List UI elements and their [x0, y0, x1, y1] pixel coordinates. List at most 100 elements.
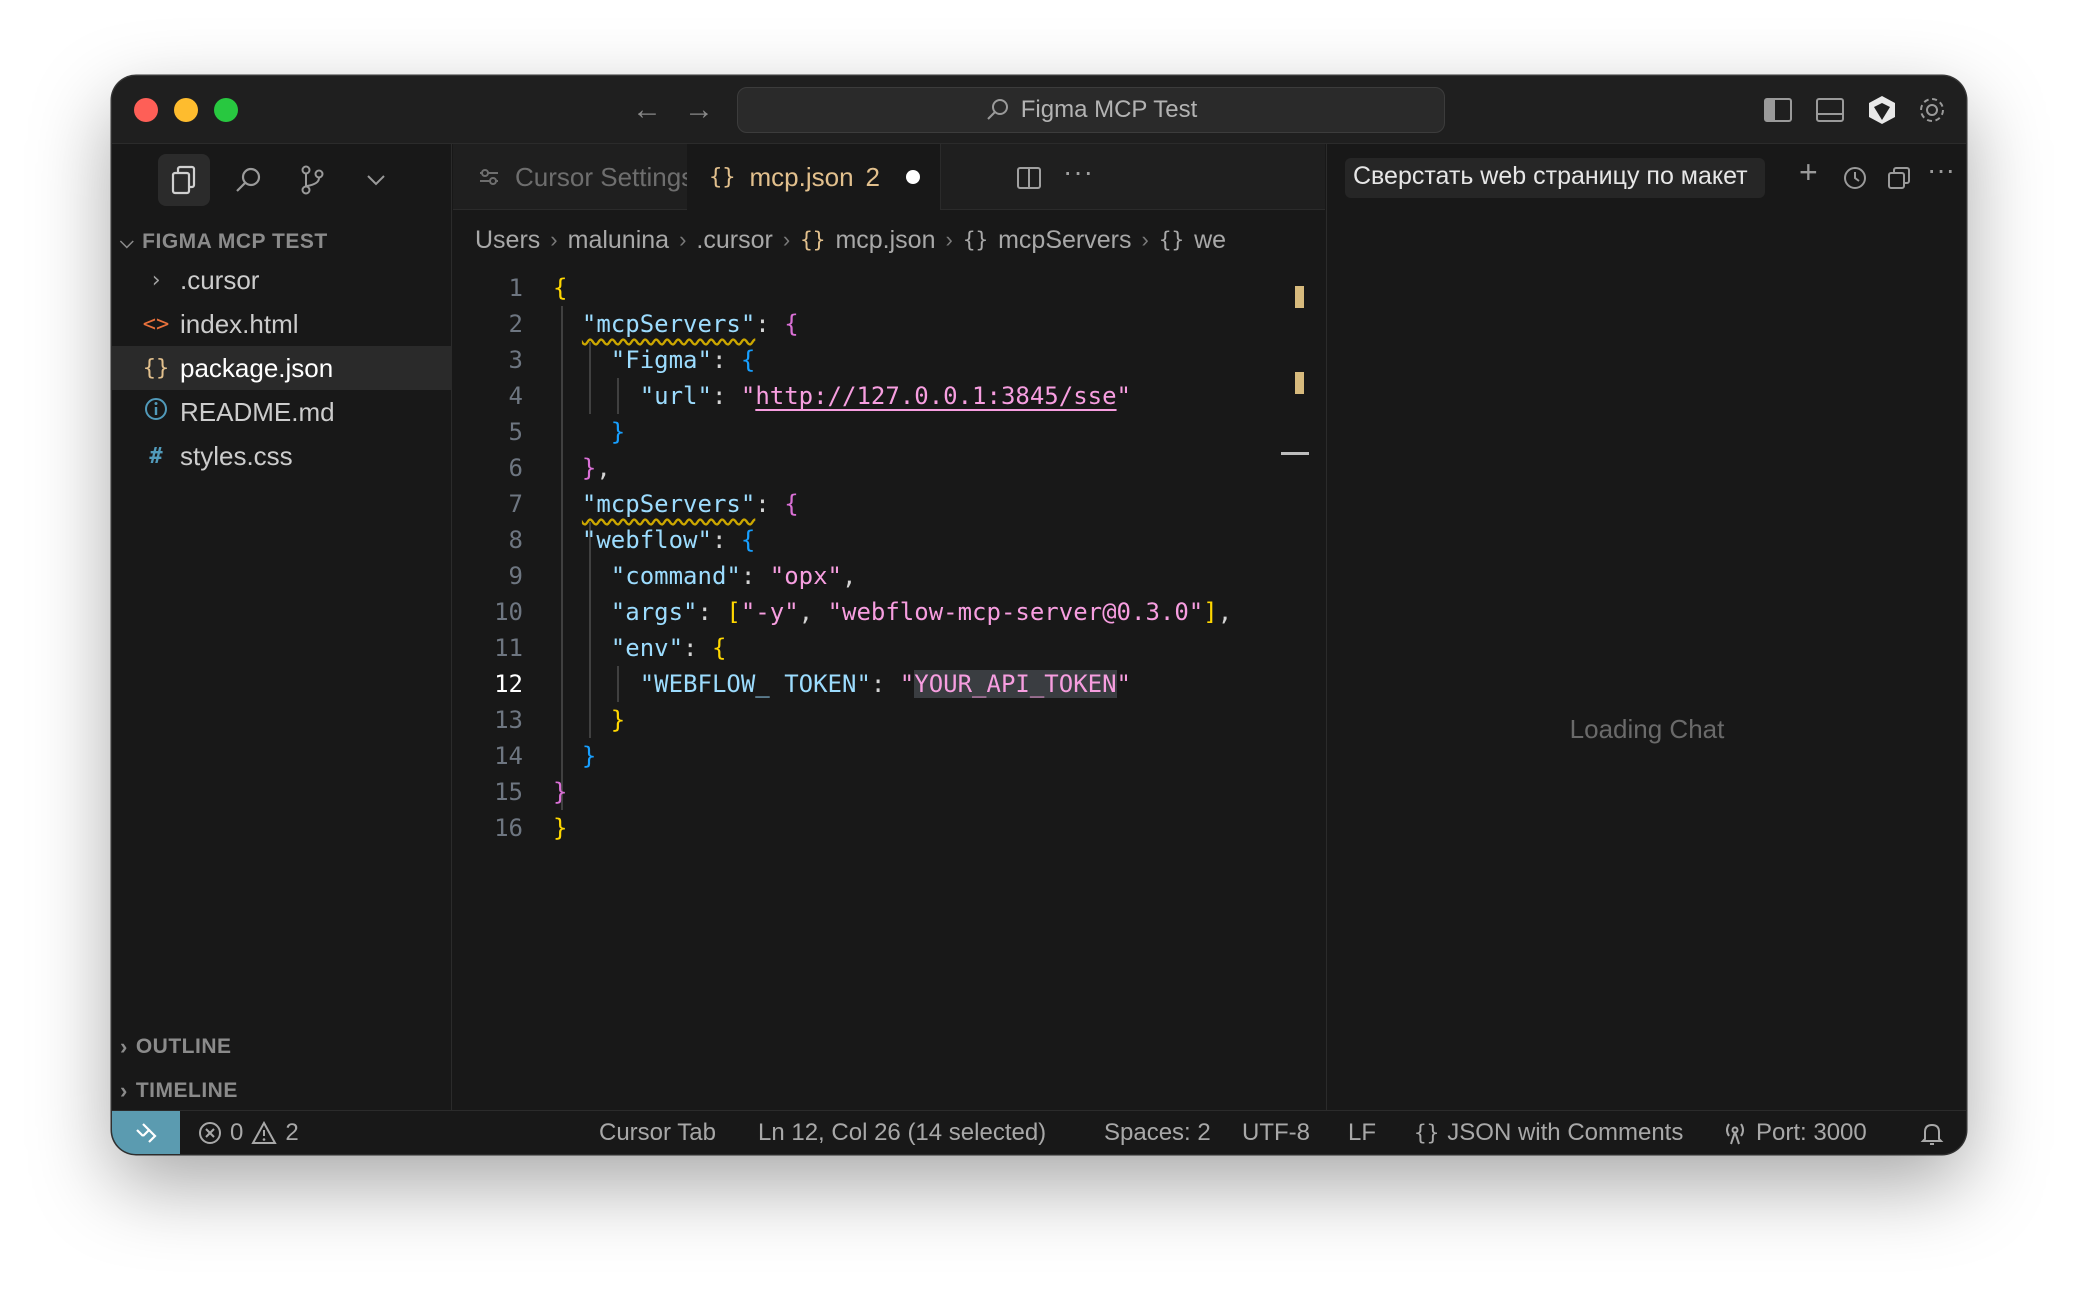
- explorer-tab[interactable]: [158, 154, 210, 206]
- remote-connection-button[interactable]: [112, 1111, 180, 1154]
- tree-item-styles-css[interactable]: # styles.css: [112, 434, 452, 478]
- language-label: JSON with Comments: [1447, 1119, 1684, 1146]
- code-line: 13 }: [453, 702, 1325, 738]
- chevron-right-icon: ›: [149, 267, 163, 293]
- code-editor[interactable]: 1{ 2 "mcpServers": { 3 "Figma": { 4 "url…: [453, 270, 1325, 846]
- cursor-logo-icon[interactable]: [1866, 94, 1898, 126]
- toggle-panel-icon[interactable]: [1814, 94, 1846, 126]
- json-key: "url": [639, 382, 712, 410]
- line-number: 1: [508, 274, 523, 302]
- editor-tab-bar: Cursor Settings {} mcp.json 2 ···: [453, 144, 1325, 210]
- plus-icon[interactable]: +: [1799, 154, 1818, 191]
- port-status[interactable]: Port: 3000: [1722, 1111, 1867, 1154]
- command-search-bar[interactable]: Figma MCP Test: [737, 87, 1445, 133]
- tree-item-index-html[interactable]: <> index.html: [112, 302, 452, 346]
- code-line: 5 }: [453, 414, 1325, 450]
- error-icon: [199, 1122, 221, 1144]
- chevron-right-icon: ›: [679, 227, 687, 252]
- chevron-right-icon: ›: [550, 227, 558, 252]
- breadcrumb-item[interactable]: .cursor: [696, 226, 772, 255]
- code-line: 7 "mcpServers": {: [453, 486, 1325, 522]
- braces-icon: {}: [1414, 1121, 1440, 1145]
- toggle-sidebar-icon[interactable]: [1762, 94, 1794, 126]
- json-icon: {}: [142, 355, 170, 381]
- breadcrumb-item[interactable]: mcp.json: [835, 226, 935, 255]
- code-line: 4 "url": "http://127.0.0.1:3845/sse": [453, 378, 1325, 414]
- code-line: 9 "command": "opx",: [453, 558, 1325, 594]
- tab-mcp-json[interactable]: {} mcp.json 2: [687, 144, 941, 210]
- broadcast-icon: [1726, 1123, 1744, 1145]
- loading-chat-text: Loading Chat: [1569, 714, 1725, 744]
- minimize-window-button[interactable]: [174, 98, 198, 122]
- code-line: 2 "mcpServers": {: [453, 306, 1325, 342]
- search-tab[interactable]: [222, 154, 274, 206]
- search-icon: [987, 99, 1008, 120]
- cursor-tab-status[interactable]: Cursor Tab: [599, 1111, 716, 1154]
- more-actions-icon[interactable]: ···: [1927, 154, 1955, 186]
- warning-count: 2: [285, 1119, 299, 1146]
- bell-icon[interactable]: [1920, 1121, 1944, 1147]
- code-line: 3 "Figma": {: [453, 342, 1325, 378]
- code-line: 12 "WEBFLOW_ TOKEN": "YOUR_API_TOKEN": [453, 666, 1325, 702]
- gear-icon[interactable]: [1916, 94, 1948, 126]
- files-icon: [171, 165, 196, 195]
- timeline-section-header[interactable]: › TIMELINE: [120, 1078, 238, 1104]
- tree-item-cursor-folder[interactable]: › .cursor: [112, 258, 452, 302]
- split-editor-icon[interactable]: [1015, 164, 1043, 192]
- scrollbar-warning-marker[interactable]: [1295, 372, 1304, 394]
- arrow-left-icon[interactable]: ←: [632, 92, 662, 128]
- line-number: 15: [494, 778, 523, 806]
- remote-icon: [136, 1123, 157, 1143]
- arrow-right-icon[interactable]: →: [684, 92, 714, 128]
- timeline-label: TIMELINE: [135, 1079, 238, 1102]
- outline-section-header[interactable]: › OUTLINE: [120, 1034, 232, 1060]
- url-link[interactable]: http://127.0.0.1:3845/sse: [755, 382, 1116, 410]
- port-label: Port: 3000: [1756, 1119, 1867, 1146]
- breadcrumb-item[interactable]: malunina: [568, 226, 669, 255]
- git-branch-icon: [301, 165, 324, 195]
- scrollbar-warning-marker[interactable]: [1295, 286, 1304, 308]
- scrollbar-cursor-marker: [1281, 452, 1309, 455]
- eol-status[interactable]: LF: [1348, 1111, 1376, 1154]
- tree-item-package-json[interactable]: {} package.json: [112, 346, 452, 390]
- explorer-sidebar: ⌵ FIGMA MCP TEST › .cursor <> index.html…: [112, 144, 452, 1110]
- selected-text[interactable]: YOUR_API_TOKEN: [914, 670, 1117, 698]
- json-value: "opx": [769, 562, 842, 590]
- close-window-button[interactable]: [134, 98, 158, 122]
- tree-item-readme[interactable]: README.md: [112, 390, 452, 434]
- language-mode-status[interactable]: {} JSON with Comments: [1414, 1111, 1683, 1154]
- line-number: 10: [494, 598, 523, 626]
- tab-label: mcp.json: [749, 161, 854, 192]
- encoding-status[interactable]: UTF-8: [1242, 1111, 1310, 1154]
- breadcrumb-item[interactable]: we: [1194, 226, 1226, 255]
- more-actions-icon[interactable]: ···: [1063, 156, 1094, 188]
- maximize-window-button[interactable]: [214, 98, 238, 122]
- code-line: 11 "env": {: [453, 630, 1325, 666]
- copy-icon[interactable]: [1885, 164, 1913, 192]
- app-window: ← → Figma MCP Test ⌵ FIGMA MCP TEST › .c…: [112, 76, 1966, 1154]
- more-views-button[interactable]: [350, 154, 402, 206]
- breadcrumb-item[interactable]: mcpServers: [998, 226, 1131, 255]
- project-section-header[interactable]: ⌵ FIGMA MCP TEST: [120, 230, 328, 254]
- line-number: 9: [508, 562, 523, 590]
- css-icon: #: [149, 443, 163, 469]
- html-icon: <>: [142, 311, 170, 337]
- project-title: FIGMA MCP TEST: [142, 230, 328, 253]
- tab-cursor-settings[interactable]: Cursor Settings: [477, 144, 694, 210]
- source-control-tab[interactable]: [286, 154, 338, 206]
- cursor-position-status[interactable]: Ln 12, Col 26 (14 selected): [758, 1111, 1046, 1154]
- history-icon[interactable]: [1841, 164, 1869, 192]
- problems-indicator[interactable]: 0 2: [198, 1111, 299, 1154]
- chevron-down-icon: [367, 175, 385, 186]
- line-number: 3: [508, 346, 523, 374]
- tree-item-label: index.html: [180, 308, 299, 339]
- breadcrumb-item[interactable]: Users: [475, 226, 540, 255]
- json-key: "args": [610, 598, 698, 626]
- chevron-right-icon: ›: [120, 1034, 128, 1059]
- code-line: 10 "args": ["-y", "webflow-mcp-server@0.…: [453, 594, 1325, 630]
- indentation-status[interactable]: Spaces: 2: [1104, 1111, 1211, 1154]
- chat-title[interactable]: Сверстать web страницу по макет: [1345, 158, 1765, 198]
- code-line: 15}: [453, 774, 1325, 810]
- chevron-down-icon: ⌵: [120, 231, 135, 252]
- unsaved-dot-icon[interactable]: [906, 170, 921, 184]
